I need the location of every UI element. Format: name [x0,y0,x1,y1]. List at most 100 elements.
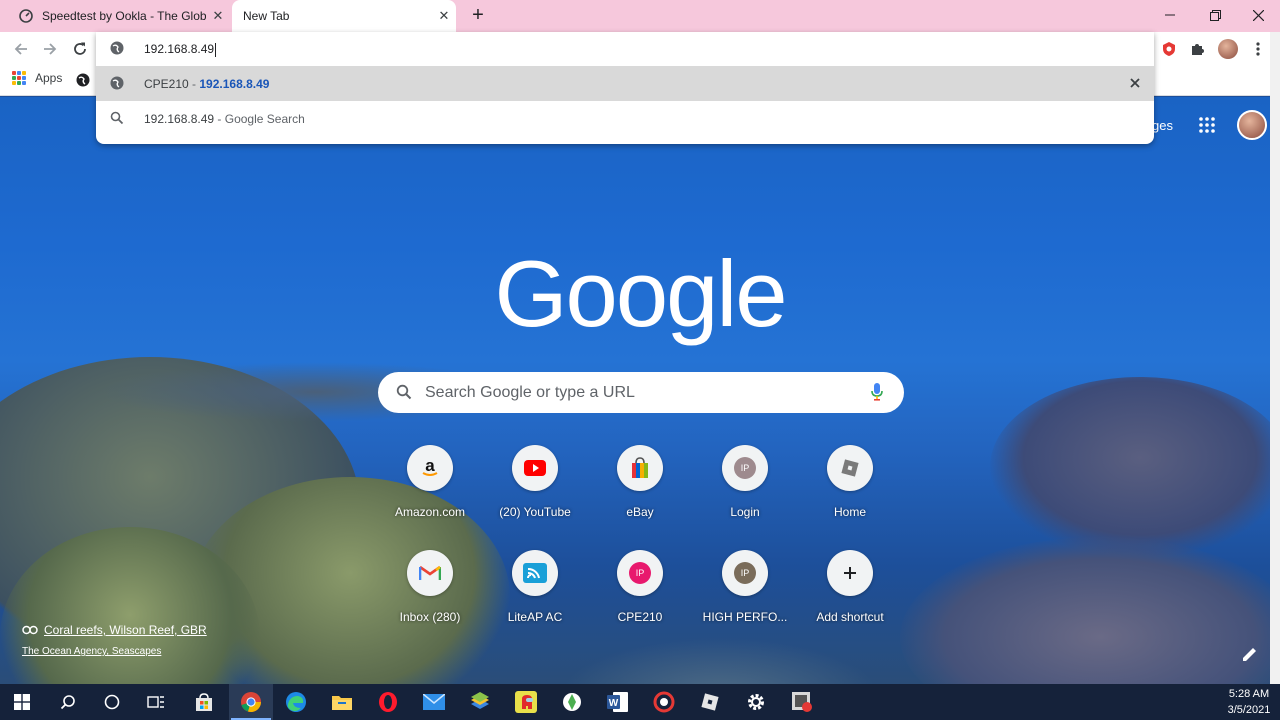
remove-suggestion-icon[interactable] [1128,76,1142,90]
among-us-app[interactable] [504,684,548,720]
shortcut-cpe210[interactable]: IP CPE210 [590,550,690,650]
shortcut-inbox[interactable]: Inbox (280) [380,550,480,650]
suggestion-title: 192.168.8.49 [144,111,215,126]
profile-avatar[interactable] [1218,39,1238,59]
search-icon [110,111,124,125]
restore-button[interactable] [1193,0,1237,30]
reload-button[interactable] [67,36,93,62]
file-explorer-app[interactable] [320,684,364,720]
svg-text:W: W [609,698,619,709]
shortcut-amazon[interactable]: a Amazon.com [380,445,480,545]
shortcut-ebay[interactable]: eBay [590,445,690,545]
restore-icon [1209,9,1221,21]
settings-app[interactable] [734,684,778,720]
shortcut-label: eBay [626,505,654,519]
opera-app[interactable] [366,684,410,720]
shortcut-liteap[interactable]: LiteAP AC [485,550,585,650]
attribution-link[interactable]: Coral reefs, Wilson Reef, GBR [22,623,207,637]
reload-icon [74,42,86,55]
microphone-icon[interactable] [871,383,883,401]
ntp-search-box[interactable] [378,372,904,413]
globe-bookmark-icon[interactable] [76,73,90,87]
globe-icon [110,41,124,55]
ip-badge-icon: IP [617,550,663,596]
tab-strip: Speedtest by Ookla - The Global ✕ New Ta… [0,0,1280,32]
apps-label: Apps [35,71,63,85]
ip-badge: IP [734,457,756,479]
apps-bookmark[interactable]: Apps [12,71,62,85]
plus-icon [827,550,873,596]
account-avatar[interactable] [1236,110,1267,140]
system-clock[interactable]: 5:28 AM 3/5/2021 [1222,686,1276,718]
close-tab-icon[interactable]: ✕ [432,8,456,24]
shortcut-login[interactable]: IP Login [695,445,795,545]
suggestion-google-search[interactable]: 192.168.8.49 - Google Search [96,101,1154,136]
shield-extension-icon[interactable] [1160,40,1178,58]
background-attribution: Coral reefs, Wilson Reef, GBR The Ocean … [22,623,207,657]
globe-icon [110,76,124,90]
gear-icon [748,694,764,710]
ntp-top-links: ges [1152,110,1267,140]
tab-speedtest[interactable]: Speedtest by Ookla - The Global ✕ [8,0,230,32]
shortcut-label: Amazon.com [394,505,466,519]
shopping-bag-icon [617,445,663,491]
chrome-app[interactable] [229,684,273,720]
back-button[interactable] [8,36,34,62]
record-icon [653,691,675,713]
images-link[interactable]: ges [1152,118,1173,133]
puzzle-extensions-icon[interactable] [1190,41,1206,57]
new-tab-button[interactable]: + [466,4,490,28]
shortcut-label: (20) YouTube [499,505,571,519]
close-window-button[interactable] [1236,0,1280,30]
minimize-button[interactable] [1148,0,1192,30]
chrome-icon [241,692,261,712]
recorder-app[interactable] [642,684,686,720]
among-us-icon [515,691,537,713]
film-record-icon [792,692,812,712]
arrow-right-icon [44,43,57,55]
opera-icon [379,692,397,712]
edge-app[interactable] [274,684,318,720]
apps-grid-icon [12,71,26,85]
close-tab-icon[interactable]: ✕ [206,8,230,24]
customize-pencil-icon[interactable] [1238,642,1262,666]
forward-button[interactable] [37,36,63,62]
suggestion-url: 192.168.8.49 [199,76,270,91]
shortcut-youtube[interactable]: (20) YouTube [485,445,585,545]
address-bar[interactable]: 192.168.8.49 [96,32,1154,66]
extensions-area [1160,38,1260,60]
cortana-button[interactable] [90,684,134,720]
ip-badge: IP [734,562,756,584]
shortcut-high-perfo[interactable]: IP HIGH PERFO... [695,550,795,650]
shortcut-home[interactable]: Home [800,445,900,545]
search-icon [396,384,412,400]
store-app[interactable] [182,684,226,720]
sims-app[interactable] [550,684,594,720]
suggestion-separator: - [188,76,200,91]
tab-new-tab[interactable]: New Tab ✕ [232,0,456,32]
attribution-credit[interactable]: The Ocean Agency, Seascapes [22,646,207,657]
speedometer-icon [19,9,33,23]
more-menu-icon[interactable] [1256,42,1260,56]
mail-app[interactable] [412,684,456,720]
windows-logo-icon [14,694,30,710]
tab-title: New Tab [243,9,290,23]
roblox-app[interactable] [688,684,732,720]
suggestion-cpe210[interactable]: CPE210 - 192.168.8.49 [96,66,1154,101]
scrollbar[interactable] [1270,32,1280,684]
start-button[interactable] [0,684,44,720]
google-apps-icon[interactable] [1199,117,1215,133]
taskbar-search[interactable] [46,684,90,720]
cortana-circle-icon [104,694,120,710]
shortcut-add[interactable]: Add shortcut [800,550,900,650]
bluestacks-app[interactable] [458,684,502,720]
shortcut-label: HIGH PERFO... [702,610,788,624]
ip-badge-icon: IP [722,445,768,491]
attribution-title: Coral reefs, Wilson Reef, GBR [44,623,207,637]
amazon-icon: a [407,445,453,491]
word-app[interactable]: W [596,684,640,720]
arrow-left-icon [14,43,27,55]
search-input[interactable] [425,382,845,404]
task-view-button[interactable] [134,684,178,720]
media-app[interactable] [780,684,824,720]
